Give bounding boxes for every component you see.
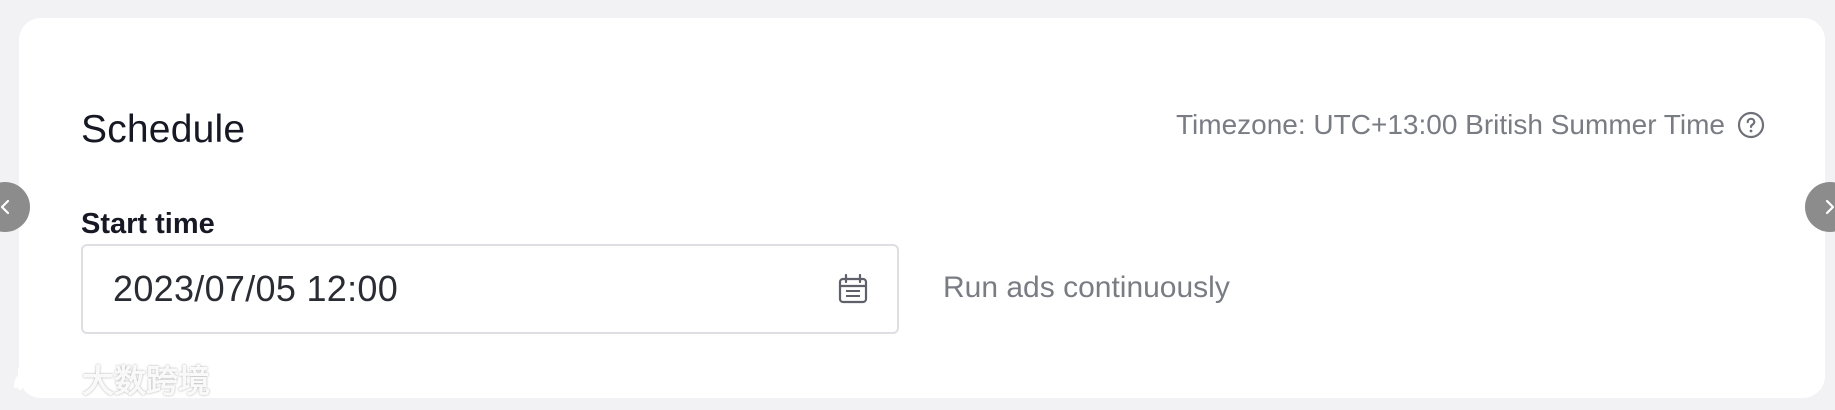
schedule-title: Schedule bbox=[81, 108, 246, 151]
schedule-card: Schedule Timezone: UTC+13:00 British Sum… bbox=[19, 18, 1825, 398]
watermark: 大数跨境 bbox=[10, 356, 210, 402]
start-time-label: Start time bbox=[81, 208, 215, 240]
timezone-info: Timezone: UTC+13:00 British Summer Time bbox=[1176, 109, 1765, 141]
start-time-value: 2023/07/05 12:00 bbox=[113, 268, 399, 309]
start-time-input[interactable]: 2023/07/05 12:00 bbox=[81, 244, 899, 334]
calendar-icon[interactable] bbox=[835, 271, 871, 307]
help-circle-icon[interactable] bbox=[1737, 111, 1765, 139]
timezone-label: Timezone: UTC+13:00 British Summer Time bbox=[1175, 109, 1725, 140]
run-ads-continuously[interactable]: Run ads continuously bbox=[943, 271, 1230, 305]
watermark-text: 大数跨境 bbox=[82, 363, 211, 399]
watermark-logo-icon bbox=[10, 360, 72, 398]
